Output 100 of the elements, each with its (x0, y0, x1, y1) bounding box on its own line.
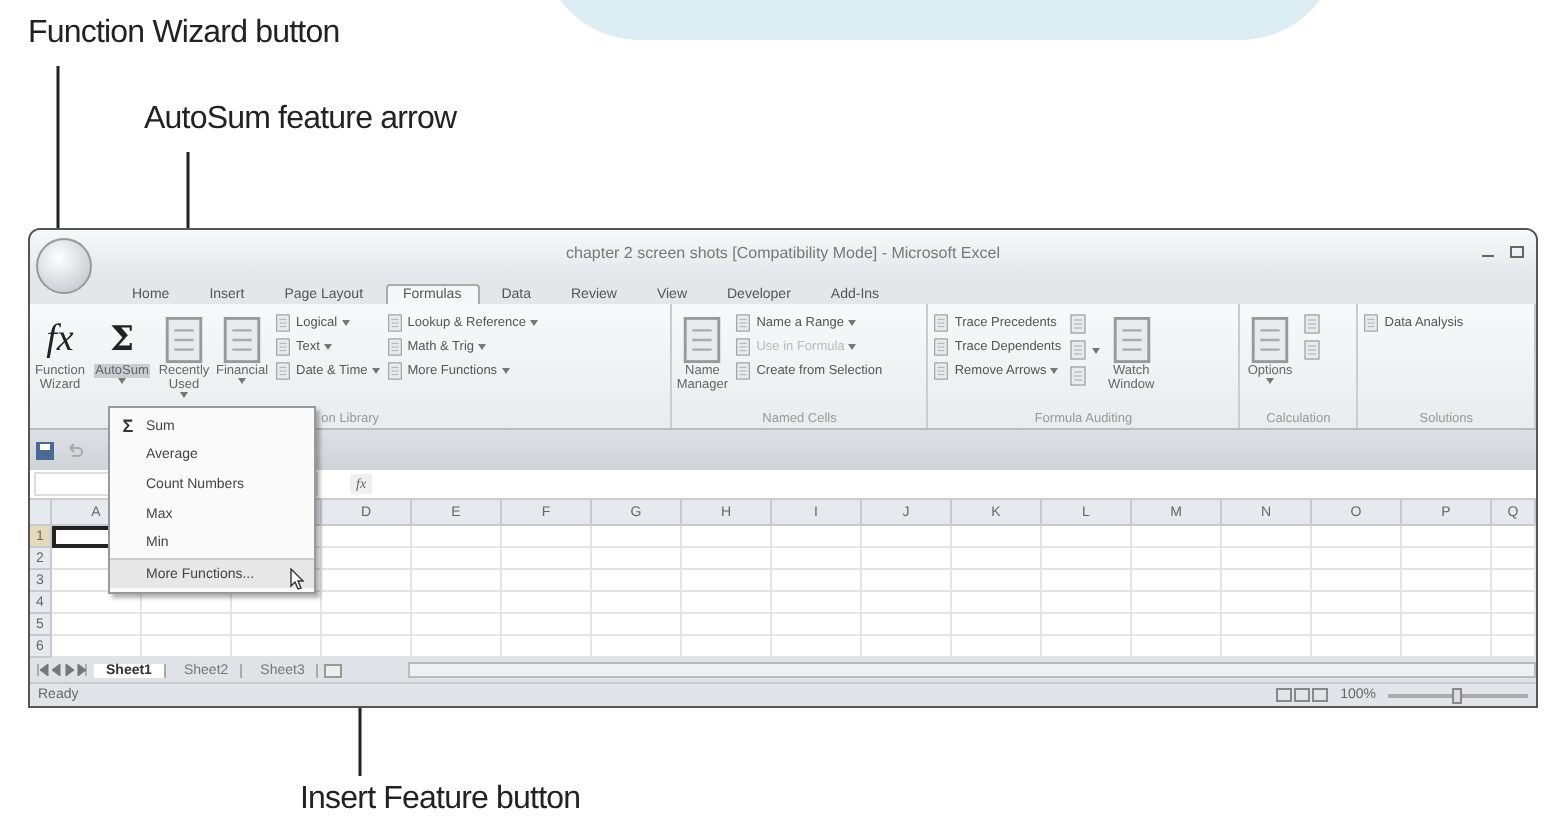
new-sheet-icon[interactable] (324, 663, 343, 677)
grid-cell[interactable] (502, 592, 592, 614)
grid-cell[interactable] (682, 614, 772, 636)
document-icon (160, 316, 208, 364)
grid-cell[interactable] (592, 548, 682, 570)
grid-cell[interactable] (322, 526, 412, 548)
document-icon (218, 316, 266, 364)
grid-cell[interactable] (502, 570, 592, 592)
grid-cell[interactable] (682, 570, 772, 592)
ribbon-icon-button[interactable] (1302, 314, 1323, 334)
grid-cell[interactable] (592, 526, 682, 548)
grid-cell[interactable] (1132, 614, 1222, 636)
grid-cell[interactable] (1132, 570, 1222, 592)
grid-cell[interactable] (1402, 526, 1492, 548)
view-buttons-icon[interactable] (1276, 688, 1329, 702)
grid-cell[interactable] (1042, 570, 1132, 592)
grid-cell[interactable] (1312, 592, 1402, 614)
grid-cell[interactable] (772, 548, 862, 570)
document-icon (1302, 340, 1323, 360)
document-icon (1067, 340, 1088, 360)
grid-cell[interactable] (1312, 548, 1402, 570)
grid-cell[interactable] (1042, 592, 1132, 614)
grid-cell[interactable] (592, 592, 682, 614)
grid-cell[interactable] (1312, 614, 1402, 636)
grid-cell[interactable] (502, 526, 592, 548)
grid-cell[interactable] (772, 614, 862, 636)
grid-cell[interactable] (1132, 592, 1222, 614)
sheet-navigation-icon[interactable] (36, 664, 88, 676)
grid-cell[interactable] (1222, 592, 1312, 614)
grid-cell[interactable] (232, 614, 322, 636)
grid-cell[interactable] (412, 548, 502, 570)
save-icon[interactable] (36, 441, 54, 459)
grid-cell[interactable] (862, 548, 952, 570)
grid-cell[interactable] (1312, 570, 1402, 592)
grid-cell[interactable] (682, 592, 772, 614)
callout-label: AutoSum feature arrow (144, 100, 457, 138)
horizontal-scrollbar[interactable] (408, 662, 1536, 678)
grid-cell[interactable] (1492, 614, 1536, 636)
ribbon-icon-button[interactable] (1302, 340, 1323, 360)
callout-label: Function Wizard button (28, 14, 340, 52)
grid-cell[interactable] (1042, 614, 1132, 636)
maximize-icon[interactable] (1510, 246, 1524, 260)
grid-cell[interactable] (772, 570, 862, 592)
grid-cell[interactable] (682, 548, 772, 570)
select-all-corner[interactable] (30, 500, 52, 526)
grid-cell[interactable] (322, 614, 412, 636)
grid-cell[interactable] (1402, 570, 1492, 592)
document-icon (734, 338, 753, 356)
grid-cell[interactable] (952, 526, 1042, 548)
grid-cell[interactable] (1042, 526, 1132, 548)
grid-cell[interactable] (322, 548, 412, 570)
grid-cell[interactable] (412, 592, 502, 614)
document-icon (274, 362, 292, 380)
grid-cell[interactable] (772, 526, 862, 548)
zoom-thumb[interactable] (1452, 687, 1462, 703)
grid-cell[interactable] (1312, 526, 1402, 548)
grid-cell[interactable] (862, 592, 952, 614)
document-icon (1362, 314, 1381, 332)
grid-cell[interactable] (502, 614, 592, 636)
grid-cell[interactable] (1132, 548, 1222, 570)
grid-cell[interactable] (1492, 570, 1536, 592)
grid-cell[interactable] (322, 570, 412, 592)
grid-cell[interactable] (862, 614, 952, 636)
grid-cell[interactable] (52, 614, 142, 636)
grid-cell[interactable] (412, 614, 502, 636)
grid-cell[interactable] (1492, 526, 1536, 548)
grid-cell[interactable] (142, 614, 232, 636)
grid-cell[interactable] (862, 526, 952, 548)
grid-cell[interactable] (952, 570, 1042, 592)
grid-cell[interactable] (592, 570, 682, 592)
grid-cell[interactable] (1402, 592, 1492, 614)
grid-cell[interactable] (862, 570, 952, 592)
grid-cell[interactable] (1492, 592, 1536, 614)
grid-cell[interactable] (772, 592, 862, 614)
grid-cell[interactable] (412, 570, 502, 592)
office-button[interactable] (36, 238, 92, 294)
document-icon (385, 338, 404, 356)
document-icon (734, 314, 753, 332)
document-icon (1302, 314, 1323, 334)
grid-cell[interactable] (592, 614, 682, 636)
undo-icon[interactable] (66, 441, 84, 459)
document-icon (734, 362, 753, 380)
grid-cell[interactable] (1222, 614, 1312, 636)
grid-cell[interactable] (952, 614, 1042, 636)
grid-cell[interactable] (1402, 548, 1492, 570)
grid-cell[interactable] (952, 548, 1042, 570)
document-icon (274, 314, 292, 332)
grid-cell[interactable] (412, 526, 502, 548)
grid-cell[interactable] (1222, 570, 1312, 592)
ribbon-icon-button[interactable] (1067, 340, 1100, 360)
grid-cell[interactable] (1042, 548, 1132, 570)
grid-cell[interactable] (682, 526, 772, 548)
grid-cell[interactable] (1492, 548, 1536, 570)
grid-cell[interactable] (1222, 548, 1312, 570)
grid-cell[interactable] (1402, 614, 1492, 636)
grid-cell[interactable] (322, 592, 412, 614)
grid-cell[interactable] (1222, 526, 1312, 548)
grid-cell[interactable] (952, 592, 1042, 614)
grid-cell[interactable] (502, 548, 592, 570)
grid-cell[interactable] (1132, 526, 1222, 548)
